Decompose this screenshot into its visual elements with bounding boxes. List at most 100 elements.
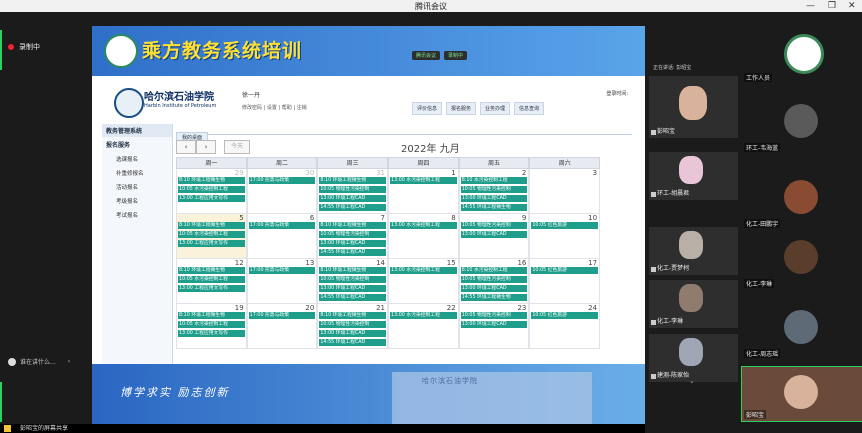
calendar-day[interactable]: 3 <box>529 169 601 214</box>
next-month-button[interactable]: › <box>196 140 216 154</box>
calendar-event[interactable]: 13:00 工程应用文写作 <box>178 330 245 337</box>
calendar-day[interactable]: 16 8:10 水污染控制工程 10:05 物理性污染控制 13:00 环境工程CAD… <box>458 259 530 304</box>
calendar-event[interactable]: 10:05 物理性污染控制 <box>460 312 528 319</box>
calendar-event[interactable]: 10:05 物理性污染控制 <box>460 276 528 283</box>
recording-indicator[interactable]: 录制中 <box>8 42 40 52</box>
calendar-event[interactable]: 10:05 红色旅游 <box>531 222 599 229</box>
participant-thumb[interactable]: 化工-李琳 <box>742 232 862 290</box>
calendar-day[interactable]: 30 17:00 形势与政策 <box>246 169 318 214</box>
calendar-day[interactable]: 29 8:10 环境工程微生物 10:05 水污染控制工程 13:00 工程应用文写作 <box>176 169 247 214</box>
prev-month-button[interactable]: ‹ <box>176 140 196 154</box>
participant-thumb[interactable]: 化工-周志瑶 <box>742 302 862 360</box>
calendar-day[interactable]: 2 8:10 水污染控制工程 10:05 物理性污染控制 13:00 环境工程CAD 1… <box>458 169 530 214</box>
calendar-event[interactable]: 13:00 水污染控制工程 <box>390 312 457 319</box>
calendar-event[interactable]: 10:05 水污染控制工程 <box>178 276 245 283</box>
video-thumb[interactable]: 化工-李琳 <box>649 280 738 328</box>
calendar-event[interactable]: 8:10 环境工程微生物 <box>178 177 245 184</box>
calendar-event[interactable]: 10:05 物理性污染控制 <box>319 276 387 283</box>
calendar-day[interactable]: 19 8:10 环境工程微生物 10:05 水污染控制工程 13:00 工程应用文写作 <box>176 304 247 349</box>
video-thumb[interactable]: 化工-贾梦柯 <box>649 227 738 275</box>
participant-thumb[interactable]: 彭昭宝 <box>741 366 862 422</box>
calendar-event[interactable]: 13:00 工程应用文写作 <box>178 240 245 247</box>
calendar-day[interactable]: 23 10:05 物理性污染控制 13:00 环境工程CAD <box>458 304 530 349</box>
video-thumb[interactable]: 建测-陈家怡 <box>649 334 738 382</box>
calendar-event[interactable]: 13:00 水污染控制工程 <box>390 177 457 184</box>
calendar-event[interactable]: 8:10 环境工程微生物 <box>319 267 387 274</box>
calendar-day[interactable]: 14 8:10 环境工程微生物 10:05 物理性污染控制 13:00 环境工程CAD… <box>317 259 389 304</box>
calendar-event[interactable]: 14:55 环境工程CAD <box>319 339 387 346</box>
calendar-event[interactable]: 10:05 红色旅游 <box>531 312 599 319</box>
participant-thumb[interactable]: 环工-韦海蓝 <box>742 96 862 154</box>
calendar-event[interactable]: 17:00 形势与政策 <box>248 267 316 274</box>
sidebar-section[interactable]: 报名服务 <box>102 137 172 152</box>
maximize-button[interactable]: ❐ <box>828 0 836 12</box>
calendar-event[interactable]: 8:10 环境工程微生物 <box>178 267 245 274</box>
calendar-day[interactable]: 10 10:05 红色旅游 <box>529 214 601 259</box>
calendar-event[interactable]: 13:00 环境工程CAD <box>319 330 387 337</box>
video-thumb[interactable]: 环工-胡晨君 <box>649 152 738 200</box>
minimize-button[interactable]: — <box>806 0 815 12</box>
sidebar-item[interactable]: 补重修报名 <box>102 166 172 180</box>
participant-thumb[interactable]: 化工-田鹏宇 <box>742 172 862 230</box>
menu-item[interactable]: 评价信息 <box>412 102 443 115</box>
calendar-day[interactable]: 5 8:10 环境工程微生物 10:05 水污染控制工程 13:00 工程应用文写作 <box>176 214 247 259</box>
chevron-down-icon[interactable]: ⌄ <box>689 377 695 385</box>
calendar-day[interactable]: 12 8:10 环境工程微生物 10:05 水污染控制工程 13:00 工程应用文写作 <box>176 259 247 304</box>
calendar-event[interactable]: 10:05 水污染控制工程 <box>178 321 245 328</box>
calendar-event[interactable]: 8:10 环境工程微生物 <box>178 222 245 229</box>
calendar-event[interactable]: 10:05 物理性污染控制 <box>319 186 387 193</box>
calendar-event[interactable]: 14:55 环境工程微生物 <box>460 204 528 211</box>
calendar-event[interactable]: 13:00 环境工程CAD <box>460 231 528 238</box>
calendar-event[interactable]: 13:00 环境工程CAD <box>460 321 528 328</box>
calendar-event[interactable]: 13:00 环境工程CAD <box>319 285 387 292</box>
calendar-event[interactable]: 17:00 形势与政策 <box>248 312 316 319</box>
calendar-event[interactable]: 10:05 物理性污染控制 <box>460 186 528 193</box>
sidebar-header[interactable]: 教务管理系统 <box>102 124 172 137</box>
calendar-day[interactable]: 22 13:00 水污染控制工程 <box>388 304 459 349</box>
sidebar-item[interactable]: 考试报名 <box>102 208 172 222</box>
calendar-event[interactable]: 8:10 环境工程微生物 <box>319 222 387 229</box>
calendar-day[interactable]: 13 17:00 形势与政策 <box>246 259 318 304</box>
close-button[interactable]: ✕ <box>848 0 856 12</box>
calendar-day[interactable]: 9 10:05 物理性污染控制 13:00 环境工程CAD <box>458 214 530 259</box>
calendar-day[interactable]: 15 13:00 水污染控制工程 <box>388 259 459 304</box>
share-toolbar-item[interactable]: 腾讯会议 <box>412 51 441 60</box>
calendar-event[interactable]: 8:10 水污染控制工程 <box>460 177 528 184</box>
video-thumb[interactable]: 彭昭宝 <box>649 76 738 138</box>
calendar-event[interactable]: 13:00 工程应用文写作 <box>178 285 245 292</box>
calendar-event[interactable]: 10:05 物理性污染控制 <box>460 222 528 229</box>
calendar-event[interactable]: 10:05 物理性污染控制 <box>319 231 387 238</box>
calendar-event[interactable]: 10:05 物理性污染控制 <box>319 321 387 328</box>
today-button[interactable]: 今天 <box>224 140 250 154</box>
calendar-event[interactable]: 8:10 水污染控制工程 <box>460 267 528 274</box>
calendar-event[interactable]: 14:55 环境工程CAD <box>319 249 387 256</box>
account-links[interactable]: 修改密码 | 设置 | 帮助 | 注销 <box>242 104 307 111</box>
menu-item[interactable]: 信息查询 <box>514 102 545 115</box>
chevron-left-icon[interactable]: ‹ <box>68 358 70 365</box>
calendar-event[interactable]: 8:10 环境工程微生物 <box>319 177 387 184</box>
sidebar-item[interactable]: 考级报名 <box>102 194 172 208</box>
calendar-day[interactable]: 7 8:10 环境工程微生物 10:05 物理性污染控制 13:00 环境工程CAD 1… <box>317 214 389 259</box>
speaking-indicator[interactable]: 谁在讲什么... ‹ <box>8 357 70 366</box>
calendar-event[interactable]: 13:00 工程应用文写作 <box>178 195 245 202</box>
calendar-event[interactable]: 13:00 环境工程CAD <box>460 285 528 292</box>
participant-thumb[interactable]: 工作人员 <box>742 26 862 84</box>
calendar-event[interactable]: 13:00 环境工程CAD <box>319 240 387 247</box>
calendar-event[interactable]: 13:00 水污染控制工程 <box>390 267 457 274</box>
calendar-event[interactable]: 8:10 环境工程微生物 <box>319 312 387 319</box>
calendar-event[interactable]: 14:55 环境工程CAD <box>319 294 387 301</box>
calendar-event[interactable]: 13:00 环境工程CAD <box>460 195 528 202</box>
calendar-event[interactable]: 17:00 形势与政策 <box>248 177 316 184</box>
calendar-event[interactable]: 17:00 形势与政策 <box>248 222 316 229</box>
calendar-day[interactable]: 17 10:05 红色旅游 <box>529 259 601 304</box>
sidebar-item[interactable]: 选课报名 <box>102 152 172 166</box>
calendar-event[interactable]: 8:10 环境工程微生物 <box>178 312 245 319</box>
menu-item[interactable]: 报名服务 <box>446 102 477 115</box>
calendar-day[interactable]: 24 10:05 红色旅游 <box>529 304 601 349</box>
calendar-event[interactable]: 13:00 水污染控制工程 <box>390 222 457 229</box>
share-toolbar-item[interactable]: 录制中 <box>444 51 468 60</box>
calendar-event[interactable]: 14:55 环境工程微生物 <box>460 294 528 301</box>
calendar-day[interactable]: 8 13:00 水污染控制工程 <box>388 214 459 259</box>
calendar-day[interactable]: 20 17:00 形势与政策 <box>246 304 318 349</box>
calendar-event[interactable]: 10:05 水污染控制工程 <box>178 186 245 193</box>
